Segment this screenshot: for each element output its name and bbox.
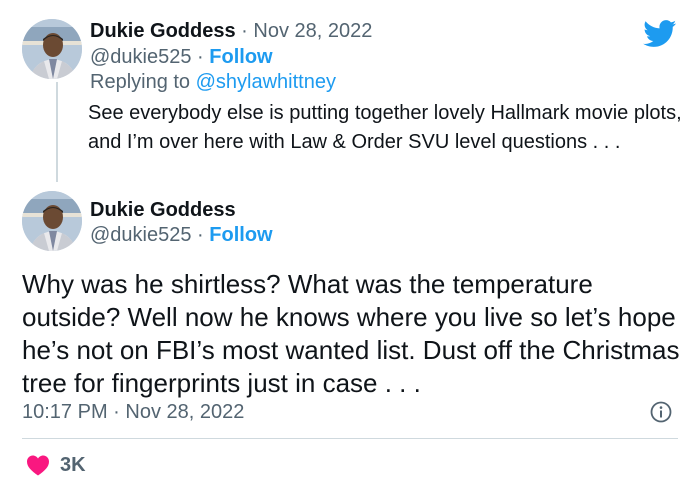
follow-button[interactable]: Follow [209,46,272,68]
date-separator: · [241,20,248,42]
tweet-date[interactable]: Nov 28, 2022 [253,20,372,42]
avatar[interactable] [22,191,82,251]
thread-connector [56,82,58,182]
reply-name-line: Dukie Goddess · Nov 28, 2022 [90,19,372,43]
time-separator: · [113,401,120,423]
heart-icon [27,455,49,476]
display-name[interactable]: Dukie Goddess [90,20,236,42]
main-handle-line: @dukie525 · Follow [90,223,273,247]
reply-handle-line: @dukie525 · Follow [90,45,273,69]
handle[interactable]: @dukie525 [90,224,191,246]
handle[interactable]: @dukie525 [90,46,191,68]
handle-separator: · [197,46,204,68]
like-button[interactable]: 3K [26,453,86,477]
main-tweet-text: Why was he shirtless? What was the tempe… [22,269,680,398]
handle-separator: · [197,224,204,246]
reply-tweet-text: See everybody else is putting together l… [88,102,682,153]
follow-button[interactable]: Follow [209,224,272,246]
avatar-image [22,19,82,79]
avatar-image [22,191,82,251]
tweet-time[interactable]: 10:17 PM [22,401,108,423]
twitter-bird-icon[interactable] [643,20,677,48]
tweet-date[interactable]: Nov 28, 2022 [125,401,244,423]
replying-to-line: Replying to @shylawhittney [90,70,336,94]
tweet-timestamp[interactable]: 10:17 PM · Nov 28, 2022 [22,400,244,424]
info-icon[interactable] [650,401,672,423]
replying-to-handle[interactable]: @shylawhittney [196,71,336,93]
replying-prefix: Replying to [90,71,191,93]
divider [22,438,678,439]
main-name-line: Dukie Goddess [90,198,236,222]
avatar[interactable] [22,19,82,79]
display-name[interactable]: Dukie Goddess [90,199,236,221]
like-count: 3K [60,454,86,476]
